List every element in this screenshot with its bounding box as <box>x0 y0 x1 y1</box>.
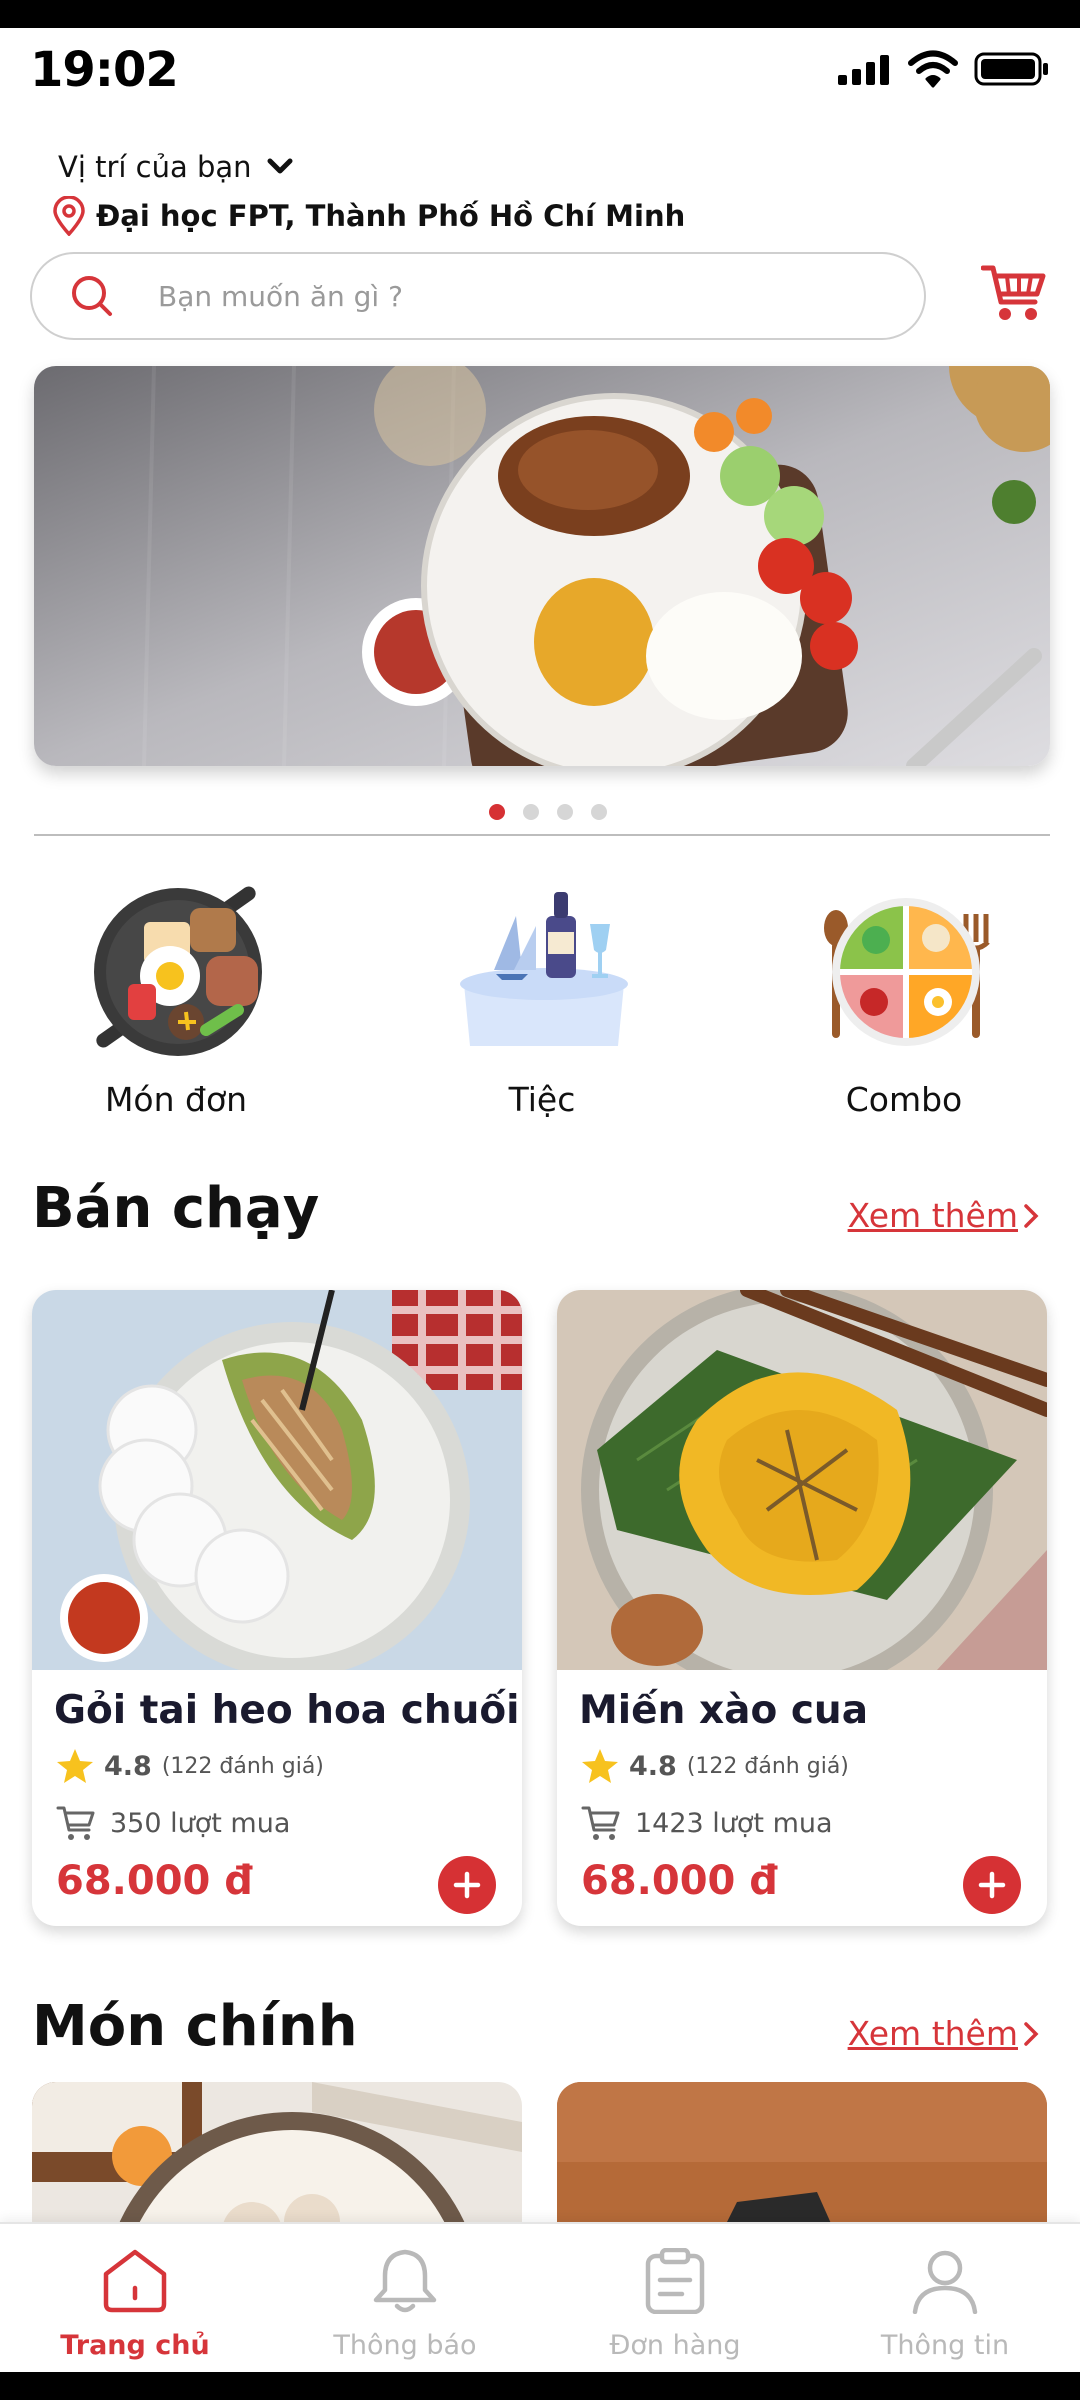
party-table-icon <box>460 892 628 1046</box>
status-bar: 19:02 <box>0 28 1080 118</box>
search-bar[interactable] <box>30 252 926 340</box>
product-rating: 4.8 (122 đánh giá) <box>56 1748 324 1784</box>
nav-label: Thông tin <box>880 2330 1010 2361</box>
product-name: Miến xào cua <box>579 1688 869 1733</box>
clipboard-icon <box>645 2248 705 2314</box>
product-image <box>32 1290 522 1670</box>
plus-icon <box>978 1871 1006 1899</box>
product-sold: 1423 lượt mua <box>581 1804 833 1842</box>
category-mon-don[interactable]: Món đơn <box>56 880 296 1119</box>
category-label: Món đơn <box>104 1080 248 1119</box>
product-card[interactable]: Gỏi tai heo hoa chuối 4.8 (122 đánh giá)… <box>32 1290 522 1926</box>
review-count: (122 đánh giá) <box>686 1753 849 1779</box>
location-selector[interactable]: Vị trí của bạn <box>58 150 294 184</box>
top-black-bar <box>0 0 1080 28</box>
review-count: (122 đánh giá) <box>161 1753 324 1779</box>
grill-pan-icon <box>94 886 262 1056</box>
status-icons <box>836 50 1050 88</box>
pagination-dot-3[interactable] <box>557 804 573 820</box>
cart-button[interactable] <box>978 258 1050 330</box>
bottom-navigation: Trang chủ Thông báo Đơn hàng Thông tin <box>0 2222 1080 2372</box>
banner-food-image <box>34 366 1050 766</box>
location-pin-icon <box>53 196 85 236</box>
user-icon <box>912 2250 978 2314</box>
category-tiec[interactable]: Tiệc <box>422 880 662 1119</box>
nav-label: Thông báo <box>333 2330 477 2361</box>
status-time: 19:02 <box>30 42 179 98</box>
section-divider <box>34 834 1050 836</box>
nav-home[interactable]: Trang chủ <box>0 2224 270 2372</box>
best-seller-see-more[interactable]: Xem thêm <box>848 1196 1040 1235</box>
sold-count: 350 lượt mua <box>110 1807 291 1839</box>
product-image <box>557 1290 1047 1670</box>
nav-label: Đơn hàng <box>609 2330 741 2361</box>
category-label: Tiệc <box>508 1080 576 1119</box>
search-input[interactable] <box>158 279 858 313</box>
product-sold: 350 lượt mua <box>56 1804 290 1842</box>
see-more-label: Xem thêm <box>847 1196 1018 1235</box>
nav-profile[interactable]: Thông tin <box>810 2224 1080 2372</box>
home-icon <box>103 2249 167 2313</box>
nav-notifications[interactable]: Thông báo <box>270 2224 540 2372</box>
category-label: Combo <box>845 1080 963 1119</box>
location-value: Đại học FPT, Thành Phố Hồ Chí Minh <box>96 199 686 233</box>
current-location[interactable]: Đại học FPT, Thành Phố Hồ Chí Minh <box>52 196 685 236</box>
banner-pagination <box>0 804 1080 820</box>
category-combo[interactable]: Combo <box>784 880 1024 1119</box>
cart-outline-icon <box>581 1806 620 1840</box>
star-icon <box>57 1749 93 1783</box>
pagination-dot-1[interactable] <box>489 804 505 820</box>
bottom-black-bar <box>0 2372 1080 2400</box>
chevron-down-icon <box>267 158 293 174</box>
wifi-icon <box>908 50 958 88</box>
add-to-cart-button[interactable] <box>438 1856 496 1914</box>
product-rating: 4.8 (122 đánh giá) <box>581 1748 849 1784</box>
main-dishes-see-more[interactable]: Xem thêm <box>848 2014 1040 2053</box>
add-to-cart-button[interactable] <box>963 1856 1021 1914</box>
combo-plate-icon <box>824 898 990 1046</box>
cart-outline-icon <box>56 1806 95 1840</box>
location-label: Vị trí của bạn <box>58 150 252 184</box>
see-more-label: Xem thêm <box>847 2014 1018 2053</box>
battery-icon <box>974 52 1048 86</box>
promo-banner[interactable] <box>34 366 1050 766</box>
pagination-dot-2[interactable] <box>523 804 539 820</box>
signal-icon <box>838 55 889 85</box>
chevron-right-icon <box>1024 2021 1039 2046</box>
shopping-cart-icon <box>981 265 1046 320</box>
rating-value: 4.8 <box>104 1750 152 1782</box>
bell-icon <box>373 2249 437 2313</box>
product-card[interactable]: Miến xào cua 4.8 (122 đánh giá) 1423 lượ… <box>557 1290 1047 1926</box>
product-price: 68.000 đ <box>56 1858 253 1904</box>
product-name: Gỏi tai heo hoa chuối <box>54 1688 520 1733</box>
chevron-right-icon <box>1024 1203 1039 1228</box>
nav-orders[interactable]: Đơn hàng <box>540 2224 810 2372</box>
best-seller-title: Bán chạy <box>32 1176 320 1241</box>
search-icon <box>70 274 114 318</box>
product-price: 68.000 đ <box>581 1858 778 1904</box>
plus-icon <box>453 1871 481 1899</box>
sold-count: 1423 lượt mua <box>635 1807 833 1839</box>
nav-label: Trang chủ <box>60 2330 210 2361</box>
rating-value: 4.8 <box>629 1750 677 1782</box>
pagination-dot-4[interactable] <box>591 804 607 820</box>
star-icon <box>582 1749 618 1783</box>
main-dishes-title: Món chính <box>32 1994 358 2059</box>
